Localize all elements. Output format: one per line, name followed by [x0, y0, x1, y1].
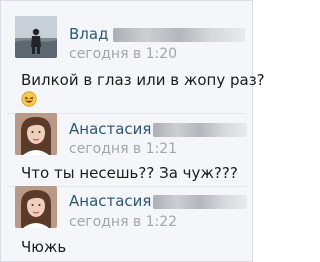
chat-message-list: Влад сегодня в 1:20 Вилкой в глаз или в … [0, 0, 265, 262]
message-timestamp[interactable]: сегодня в 1:20 [69, 46, 177, 62]
avatar-anastasia[interactable] [15, 113, 57, 155]
message-timestamp[interactable]: сегодня в 1:22 [69, 214, 177, 230]
message-item: Влад сегодня в 1:20 Вилкой в глаз или в … [1, 1, 265, 113]
author-name[interactable]: Анастасия [69, 120, 151, 138]
message-text: Чюжь [21, 238, 67, 256]
avatar-vlad[interactable] [15, 16, 57, 58]
laughing-emoji-icon [21, 91, 37, 107]
author-surname-blurred [153, 195, 247, 209]
message-item: Анастасия сегодня в 1:21 Что ты несешь??… [1, 113, 254, 186]
author-surname-blurred [113, 28, 245, 42]
author-name[interactable]: Анастасия [69, 192, 151, 210]
message-text: Что ты несешь?? За чуж??? [21, 164, 238, 182]
message-text: Вилкой в глаз или в жопу раз? [21, 71, 265, 89]
avatar-anastasia[interactable] [15, 186, 57, 228]
author-name[interactable]: Влад [69, 25, 108, 43]
author-surname-blurred [153, 123, 247, 137]
message-item: Анастасия сегодня в 1:22 Чюжь [1, 186, 254, 262]
message-timestamp[interactable]: сегодня в 1:21 [69, 141, 177, 157]
